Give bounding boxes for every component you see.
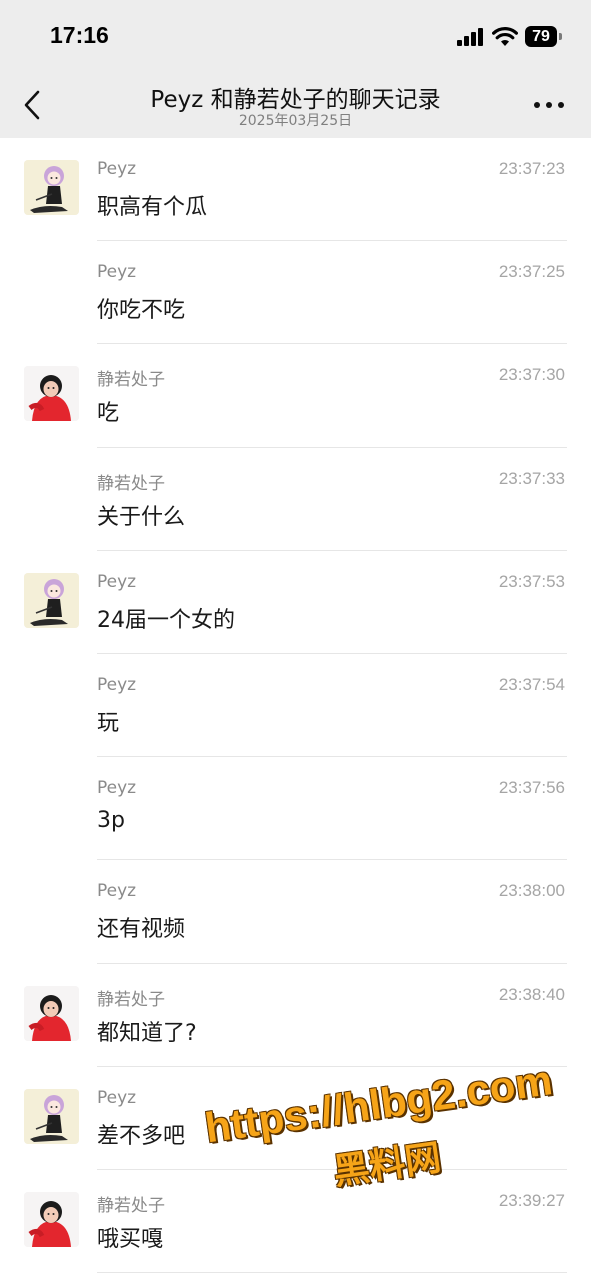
- battery-level: 79: [532, 28, 550, 45]
- message-sender: Peyz: [97, 674, 137, 695]
- avatar[interactable]: [24, 1191, 79, 1247]
- message-sender: 静若处子: [97, 989, 165, 1010]
- more-button[interactable]: [532, 102, 566, 112]
- message-time: 23:38:40: [498, 984, 565, 1004]
- chat-message[interactable]: 静若处子 23:37:33 关于什么: [0, 448, 591, 551]
- status-bar: 17:16 79: [0, 0, 591, 74]
- message-time: 23:37:53: [498, 571, 565, 591]
- chat-message[interactable]: 静若处子 23:39:27 哦买嘎: [0, 1170, 591, 1274]
- message-time: 23:37:23: [498, 159, 565, 178]
- status-time: 17:16: [50, 22, 109, 48]
- message-sender: 静若处子: [97, 473, 165, 494]
- chat-date: 2025年03月25日: [238, 113, 353, 129]
- message-time: 23:37:56: [498, 778, 565, 798]
- message-list[interactable]: Peyz 23:37:23 职高有个瓜 Peyz 23:37:25 你吃不吃静若处子 23:…: [0, 138, 591, 1274]
- message-text: 24届一个女的: [97, 607, 235, 633]
- message-text: 差不多吧: [97, 1123, 186, 1149]
- message-sender: 静若处子: [97, 1195, 165, 1216]
- avatar[interactable]: [24, 1088, 79, 1144]
- chat-message[interactable]: Peyz 23:37:53 24届一个女的: [0, 551, 591, 654]
- avatar[interactable]: [24, 160, 79, 215]
- chat-message[interactable]: Peyz 23:37:56 3p: [0, 757, 591, 861]
- message-text: 吃: [97, 401, 120, 427]
- avatar[interactable]: [24, 366, 79, 422]
- message-text: 你吃不吃: [97, 298, 186, 324]
- chat-message[interactable]: 静若处子 23:38:40 都知道了?: [0, 964, 591, 1067]
- avatar[interactable]: [24, 985, 79, 1041]
- chat-message[interactable]: Peyz 差不多吧: [0, 1067, 591, 1170]
- message-sender: Peyz: [97, 159, 137, 179]
- message-sender: 静若处子: [97, 370, 165, 391]
- avatar[interactable]: [24, 572, 79, 628]
- page-title: Peyz 和静若处子的聊天记录: [150, 87, 441, 113]
- message-time: 23:37:25: [498, 262, 565, 282]
- message-time: 23:38:00: [498, 881, 565, 901]
- message-time: 23:37:33: [498, 468, 565, 488]
- message-text: 都知道了?: [97, 1020, 197, 1046]
- chat-message[interactable]: Peyz 23:37:54 玩: [0, 654, 591, 758]
- message-sender: Peyz: [97, 262, 137, 283]
- message-sender: Peyz: [97, 571, 137, 592]
- message-text: 哦买嘎: [97, 1226, 164, 1252]
- cellular-signal-icon: [457, 28, 485, 46]
- message-sender: Peyz: [97, 778, 137, 799]
- message-sender: Peyz: [97, 1087, 137, 1108]
- chat-message[interactable]: 静若处子 23:37:30 吃: [0, 344, 591, 448]
- message-time: 23:37:54: [498, 674, 565, 694]
- message-divider: [97, 1272, 567, 1274]
- chat-message[interactable]: Peyz 23:38:00 还有视频: [0, 860, 591, 964]
- message-time: 23:39:27: [498, 1190, 565, 1210]
- wifi-icon: [492, 27, 518, 46]
- chat-message[interactable]: Peyz 23:37:25 你吃不吃: [0, 241, 591, 345]
- message-time: 23:37:30: [498, 365, 565, 385]
- chat-message[interactable]: Peyz 23:37:23 职高有个瓜: [0, 138, 591, 242]
- nav-bar: Peyz 和静若处子的聊天记录 2025年03月25日: [0, 74, 591, 138]
- message-text: 职高有个瓜: [97, 195, 208, 220]
- more-dots-icon: [534, 102, 540, 108]
- message-text: 关于什么: [97, 504, 186, 530]
- message-text: 还有视频: [97, 917, 186, 943]
- chat-history-screen: 17:16 79 Peyz 和静若处子的聊天记录 2025年03月25日 Pey…: [0, 0, 591, 1280]
- message-sender: Peyz: [97, 881, 137, 902]
- battery-icon: 79: [525, 26, 562, 47]
- message-text: 玩: [97, 710, 120, 736]
- message-text: 3p: [97, 808, 125, 834]
